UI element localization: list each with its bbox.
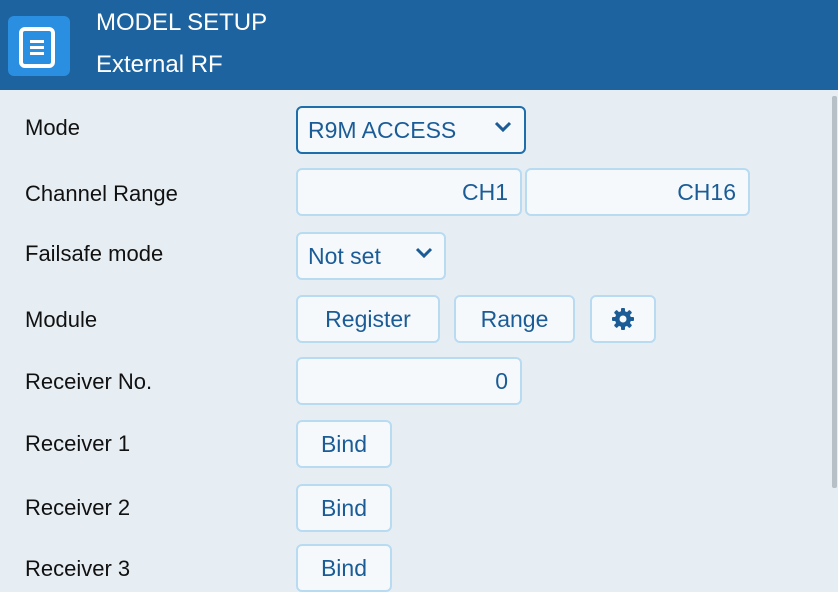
- receiver-no-field[interactable]: 0: [296, 357, 522, 405]
- mode-value: R9M ACCESS: [308, 117, 457, 143]
- receiver-1-label: Receiver 1: [25, 431, 131, 456]
- channel-range-label: Channel Range: [25, 181, 178, 206]
- receiver-3-label: Receiver 3: [25, 556, 131, 581]
- register-button[interactable]: Register: [296, 295, 440, 343]
- channel-end-field[interactable]: CH16: [525, 168, 750, 216]
- menu-icon: [19, 27, 55, 68]
- scrollbar[interactable]: [832, 96, 837, 488]
- title-bar: MODEL SETUP External RF: [0, 0, 838, 90]
- gear-icon: [612, 308, 634, 330]
- module-label: Module: [25, 307, 98, 332]
- receiver-3-bind-button[interactable]: Bind: [296, 544, 392, 592]
- chevron-down-icon: [415, 247, 433, 259]
- receiver-1-bind-button[interactable]: Bind: [296, 420, 392, 468]
- mode-label: Mode: [25, 115, 81, 140]
- mode-select[interactable]: R9M ACCESS: [296, 106, 526, 154]
- channel-start-field[interactable]: CH1: [296, 168, 522, 216]
- receiver-2-bind-button[interactable]: Bind: [296, 484, 392, 532]
- page-title: MODEL SETUP: [96, 9, 268, 36]
- receiver-2-label: Receiver 2: [25, 495, 131, 520]
- chevron-down-icon: [494, 121, 512, 133]
- page-subtitle: External RF: [96, 51, 223, 78]
- failsafe-mode-label: Failsafe mode: [25, 241, 164, 266]
- module-settings-button[interactable]: [590, 295, 656, 343]
- failsafe-mode-value: Not set: [308, 243, 381, 269]
- menu-button[interactable]: [8, 16, 70, 76]
- failsafe-mode-select[interactable]: Not set: [296, 232, 446, 280]
- range-button[interactable]: Range: [454, 295, 575, 343]
- receiver-no-label: Receiver No.: [25, 369, 153, 394]
